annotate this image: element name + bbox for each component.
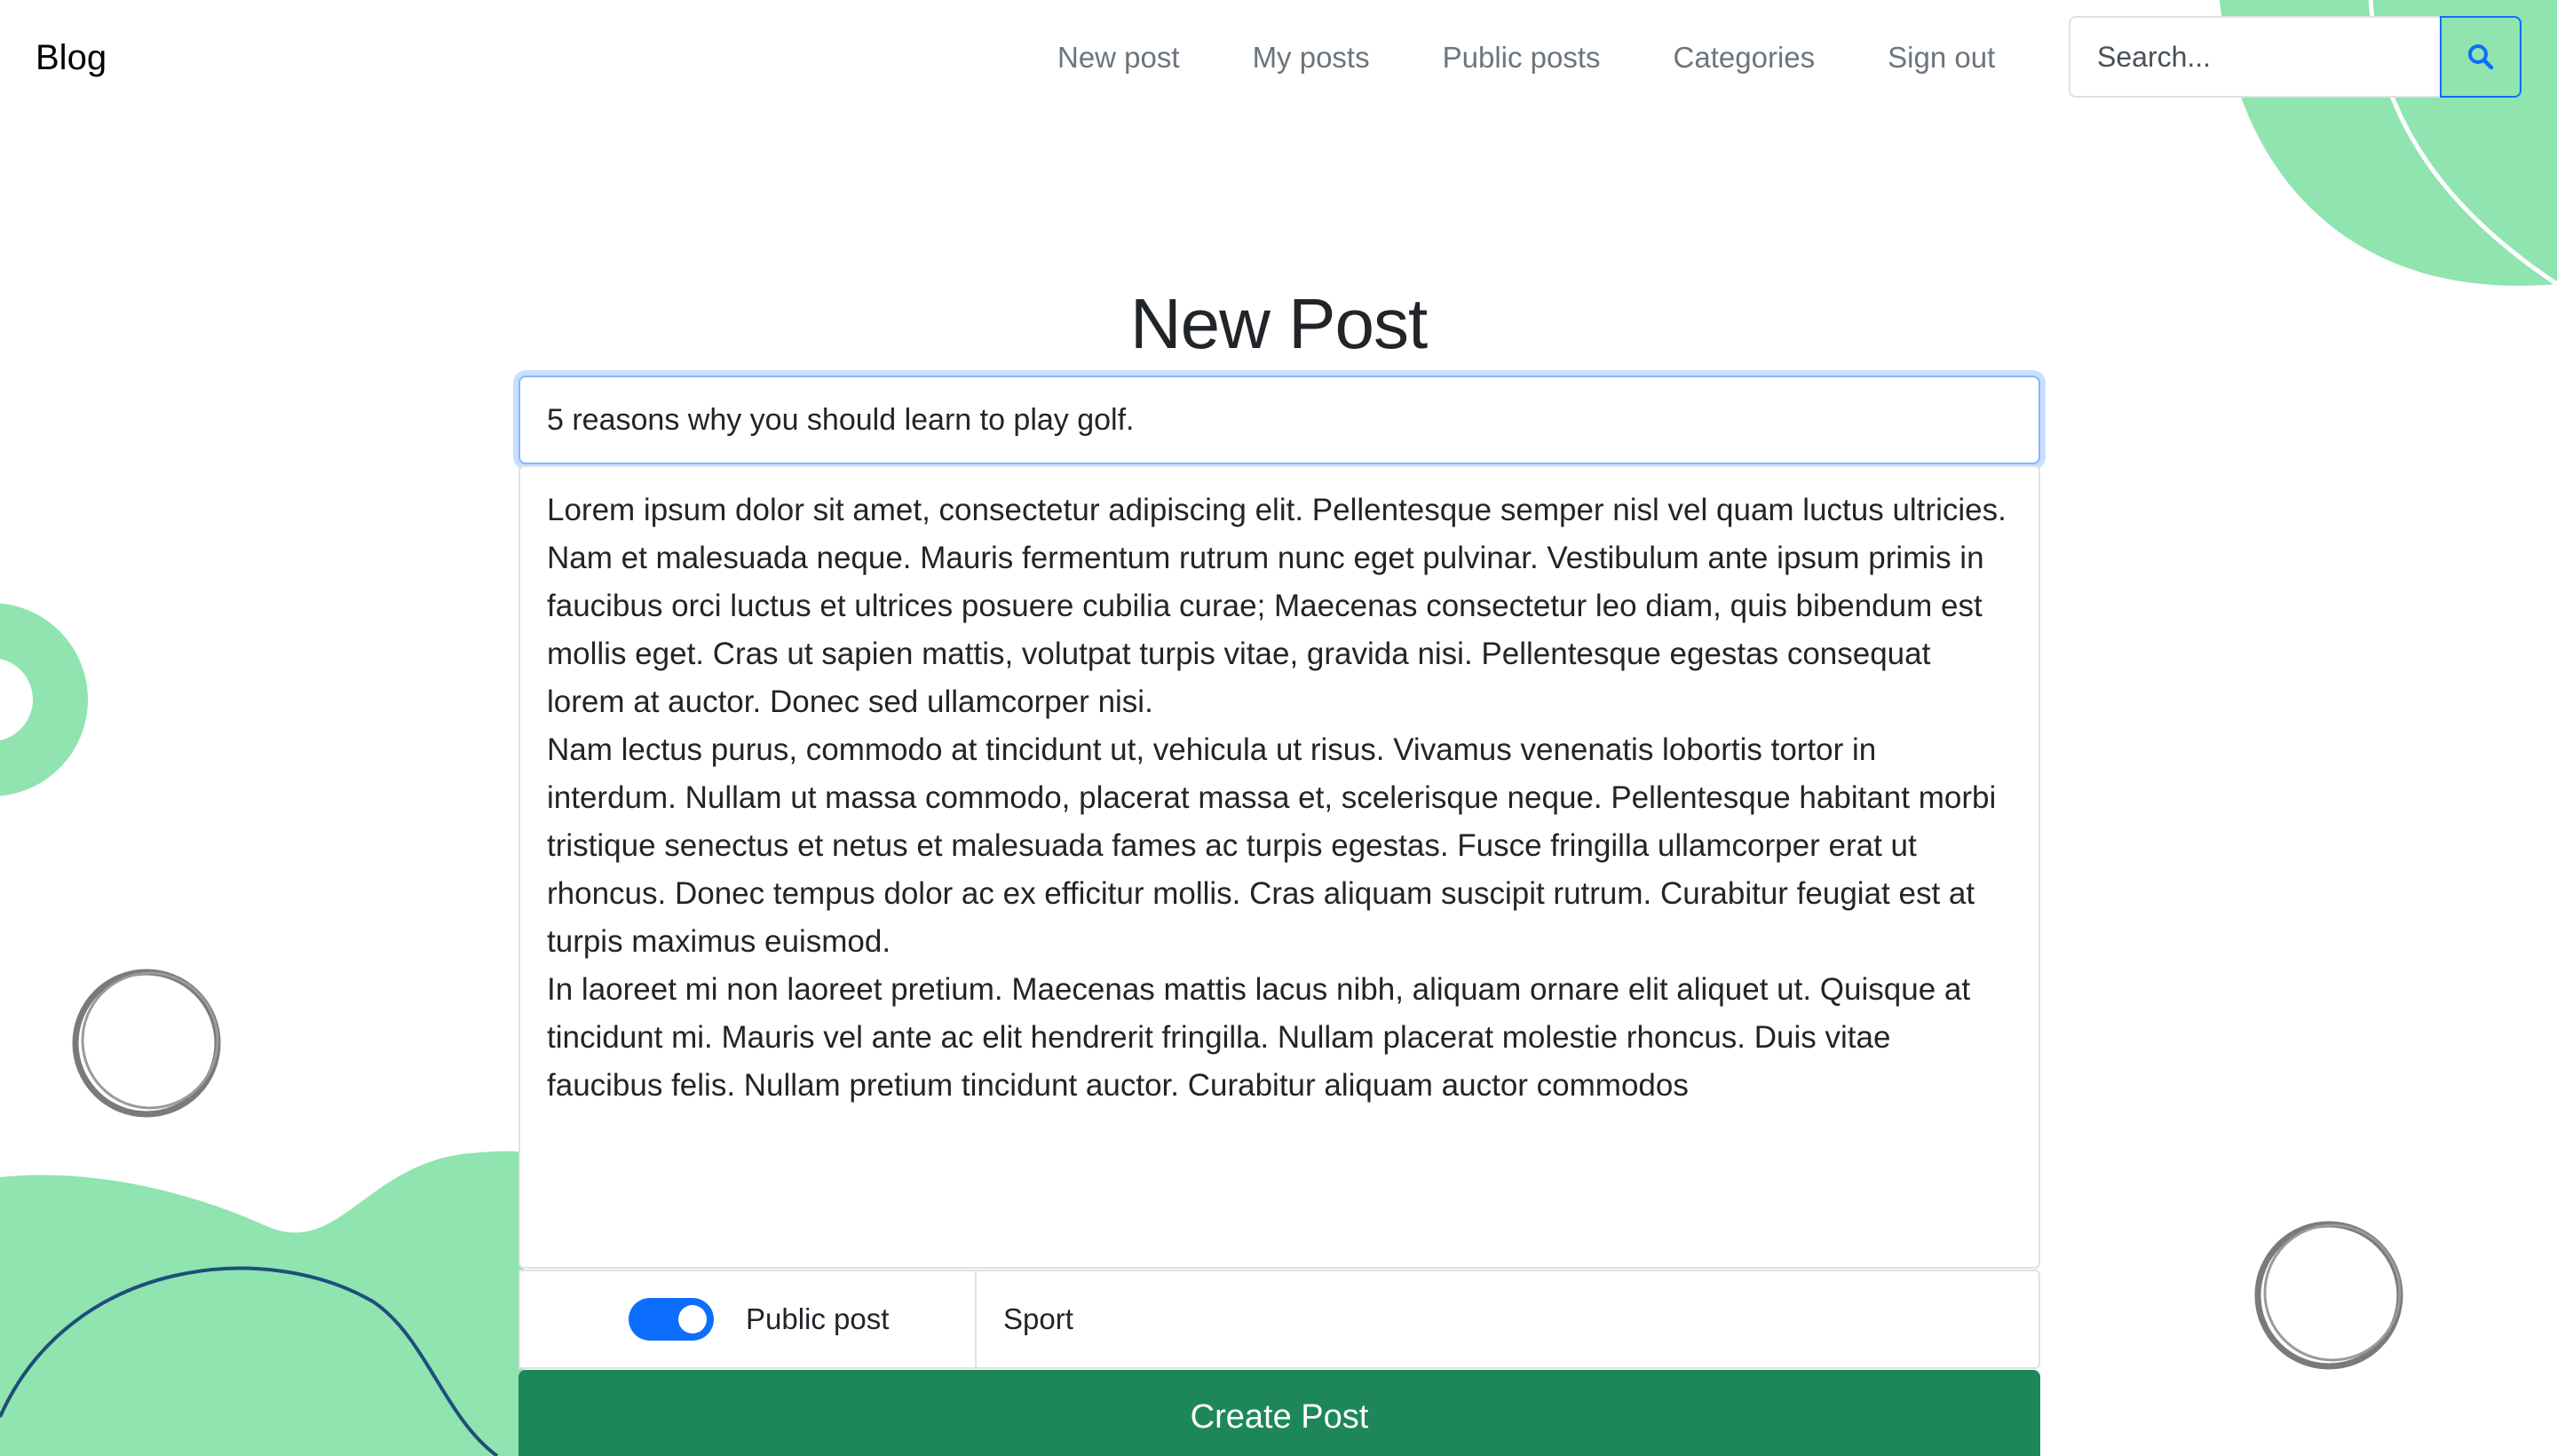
bottom-left-green-blob [0, 1151, 524, 1456]
switch-knob [678, 1305, 707, 1333]
nav-my-posts[interactable]: My posts [1216, 36, 1406, 80]
body-paragraph: Nam lectus purus, commodo at tincidunt u… [547, 732, 1997, 959]
left-green-ring [0, 603, 88, 796]
public-post-switch[interactable] [629, 1298, 714, 1341]
search-button[interactable] [2440, 16, 2521, 98]
right-grey-ring [2254, 1221, 2403, 1370]
post-body-textarea[interactable]: Lorem ipsum dolor sit amet, consectetur … [519, 465, 2040, 1269]
post-options-row: Public post [519, 1270, 2040, 1369]
main-nav: New post My posts Public posts Categorie… [1021, 36, 2031, 80]
create-post-button[interactable]: Create Post [519, 1370, 2040, 1456]
public-post-toggle-group: Public post [519, 1270, 975, 1369]
search-input[interactable] [2069, 16, 2440, 98]
brand-logo-link[interactable]: Blog [36, 36, 107, 80]
post-title-input[interactable] [519, 376, 2040, 464]
search-icon [2468, 44, 2494, 70]
nav-categories[interactable]: Categories [1637, 36, 1852, 80]
nav-public-posts[interactable]: Public posts [1406, 36, 1637, 80]
public-post-label: Public post [746, 1302, 890, 1335]
body-paragraph: In laoreet mi non laoreet pretium. Maece… [547, 972, 1971, 1103]
page-title: New Post [1129, 284, 1428, 363]
create-post-label: Create Post [1190, 1398, 1369, 1436]
left-grey-ring [72, 969, 221, 1118]
nav-sign-out[interactable]: Sign out [1851, 36, 2031, 80]
body-paragraph: Lorem ipsum dolor sit amet, consectetur … [547, 493, 2007, 719]
search-form [2069, 16, 2521, 98]
nav-new-post[interactable]: New post [1021, 36, 1216, 80]
category-input[interactable] [975, 1270, 2040, 1369]
